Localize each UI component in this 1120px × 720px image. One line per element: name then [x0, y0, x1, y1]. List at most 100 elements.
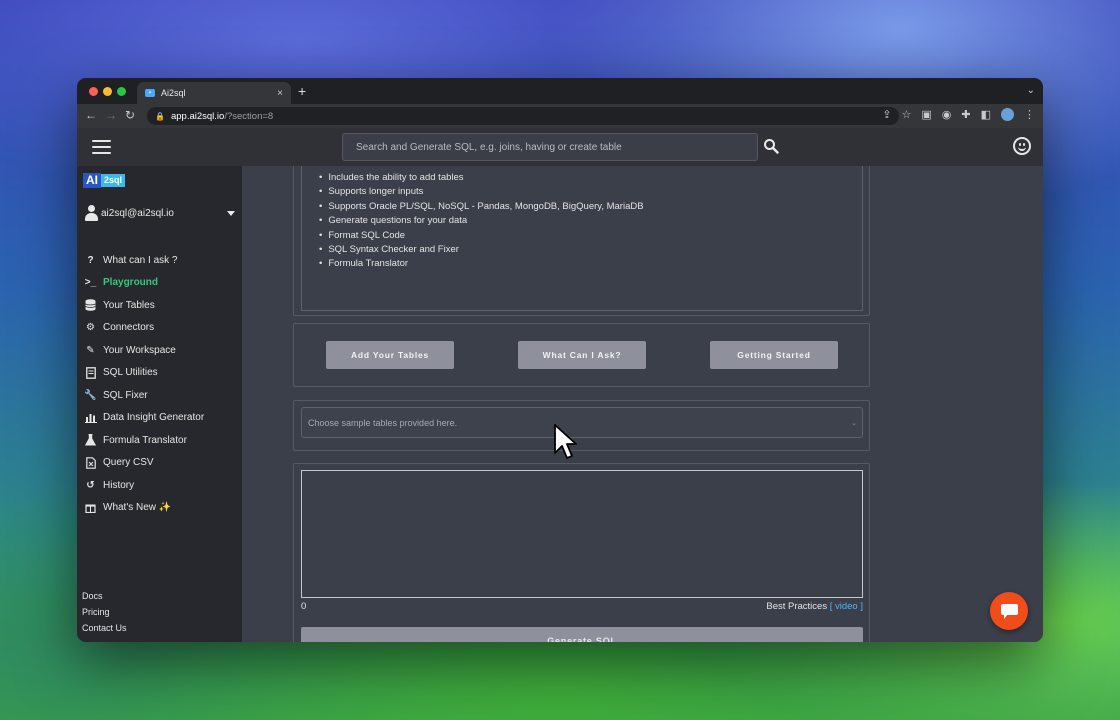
- bookmark-star-icon[interactable]: ☆: [901, 108, 911, 121]
- lock-icon: 🔒: [155, 111, 165, 121]
- features-panel: Includes the ability to add tables Suppo…: [293, 166, 870, 316]
- edit-icon: ✎: [86, 344, 95, 356]
- sidebar-item-formula-translator[interactable]: Formula Translator: [84, 429, 239, 452]
- browser-window: ▪ Ai2sql × + ⌄ ← → ↻ 🔒 app.ai2sql.io/?se…: [77, 78, 1043, 642]
- sidebar-item-sql-utilities[interactable]: SQL Utilities: [84, 362, 239, 385]
- profile-avatar[interactable]: [1001, 108, 1014, 121]
- gift-icon: [84, 501, 97, 514]
- sidebar-item-label: Your Tables: [103, 299, 155, 311]
- contact-us-link[interactable]: Contact Us: [82, 620, 127, 636]
- sidebar-item-your-tables[interactable]: Your Tables: [84, 294, 239, 317]
- chat-support-button[interactable]: [990, 592, 1028, 630]
- generate-sql-button[interactable]: Generate SQL: [301, 627, 863, 642]
- sidebar-item-label: SQL Fixer: [103, 389, 148, 401]
- sidebar-item-label: What's New ✨: [103, 502, 172, 514]
- sidebar-item-label: SQL Utilities: [103, 367, 158, 379]
- search-input[interactable]: Search and Generate SQL, e.g. joins, hav…: [342, 133, 758, 161]
- sidebar-item-label: Data Insight Generator: [103, 412, 205, 424]
- ai2sql-logo[interactable]: AI 2sql: [83, 173, 126, 188]
- sidebar-item-history[interactable]: ↺ History: [84, 474, 239, 497]
- list-item: Formula Translator: [319, 257, 644, 271]
- maximize-window-button[interactable]: [117, 87, 126, 96]
- sidebar-item-label: Your Workspace: [103, 344, 176, 356]
- reload-icon[interactable]: ↻: [125, 108, 135, 122]
- sample-tables-placeholder: Choose sample tables provided here.: [308, 417, 458, 428]
- sidebar-item-connectors[interactable]: ⚙ Connectors: [84, 317, 239, 340]
- sidebar-item-label: Query CSV: [103, 457, 154, 469]
- list-item: Includes the ability to add tables: [319, 171, 644, 185]
- question-icon: ?: [87, 254, 94, 266]
- sidebar-item-label: What can I ask ?: [103, 254, 178, 266]
- query-textarea[interactable]: [301, 470, 863, 598]
- database-icon: [84, 299, 97, 312]
- list-item: Supports Oracle PL/SQL, NoSQL - Pandas, …: [319, 200, 643, 214]
- back-icon[interactable]: ←: [85, 108, 97, 122]
- user-email: ai2sql@ai2sql.io: [101, 207, 174, 219]
- sidebar-item-data-insight-generator[interactable]: Data Insight Generator: [84, 407, 239, 430]
- side-panel-icon[interactable]: ◧: [981, 108, 991, 121]
- sidebar-item-your-workspace[interactable]: ✎ Your Workspace: [84, 339, 239, 362]
- sidebar-item-label: Formula Translator: [103, 434, 187, 446]
- puzzle-icon[interactable]: ✚: [961, 108, 970, 121]
- search-icon[interactable]: [763, 138, 779, 154]
- close-window-button[interactable]: [89, 87, 98, 96]
- best-practices-label: Best Practices: [766, 601, 828, 612]
- query-panel: 0 Best Practices [ video ] Generate SQL: [293, 463, 870, 642]
- sidebar-item-what-can-i-ask[interactable]: ? What can I ask ?: [84, 249, 239, 272]
- mouse-cursor-icon: [554, 424, 577, 459]
- kebab-menu-icon[interactable]: ⋮: [1024, 108, 1035, 121]
- character-count: 0: [301, 601, 307, 612]
- sidebar-item-label: History: [103, 479, 135, 491]
- sample-tables-panel: Choose sample tables provided here. ⌄: [293, 400, 870, 451]
- sidebar-item-sql-fixer[interactable]: 🔧 SQL Fixer: [84, 384, 239, 407]
- csv-file-icon: [84, 456, 97, 469]
- gear-icon: ⚙: [86, 322, 95, 334]
- extension-icon[interactable]: ▣: [921, 108, 931, 121]
- sidebar-nav: ? What can I ask ? >_ Playground Your Ta…: [84, 249, 239, 519]
- list-item: Format SQL Code: [319, 229, 644, 243]
- features-list: Includes the ability to add tables Suppo…: [319, 171, 644, 272]
- minimize-window-button[interactable]: [103, 87, 112, 96]
- list-item: SQL Syntax Checker and Fixer: [319, 243, 644, 257]
- video-link[interactable]: [ video ]: [830, 601, 863, 612]
- app-header: Search and Generate SQL, e.g. joins, hav…: [77, 128, 1043, 166]
- sidebar-item-label: Connectors: [103, 322, 155, 334]
- sidebar-item-query-csv[interactable]: Query CSV: [84, 452, 239, 475]
- chevron-down-icon: ⌄: [851, 420, 857, 427]
- extension-2-icon[interactable]: ◉: [942, 108, 952, 121]
- user-icon: [85, 205, 98, 221]
- hamburger-menu-icon[interactable]: [92, 140, 111, 154]
- wrench-icon: 🔧: [84, 389, 97, 401]
- tab-search-chevron-icon[interactable]: ⌄: [1027, 85, 1035, 96]
- sidebar-footer: Docs Pricing Contact Us: [82, 588, 127, 636]
- address-bar[interactable]: 🔒 app.ai2sql.io/?section=8: [147, 107, 899, 125]
- list-item: Supports longer inputs: [319, 185, 644, 199]
- tab-bar: ▪ Ai2sql × + ⌄: [77, 78, 1043, 104]
- toolbar-actions: ⇪ ☆ ▣ ◉ ✚ ◧ ⋮: [882, 108, 1035, 121]
- share-icon[interactable]: ⇪: [882, 108, 891, 121]
- close-tab-icon[interactable]: ×: [277, 88, 283, 99]
- new-tab-button[interactable]: +: [298, 83, 306, 99]
- feedback-smiley-icon[interactable]: [1013, 137, 1031, 155]
- pricing-link[interactable]: Pricing: [82, 604, 127, 620]
- docs-link[interactable]: Docs: [82, 588, 127, 604]
- favicon-icon: ▪: [145, 89, 155, 97]
- getting-started-button[interactable]: Getting Started: [710, 341, 838, 369]
- history-icon: ↺: [86, 479, 95, 491]
- document-icon: [84, 366, 97, 379]
- browser-toolbar: ← → ↻ 🔒 app.ai2sql.io/?section=8 ⇪ ☆ ▣ ◉…: [77, 104, 1043, 128]
- user-menu[interactable]: ai2sql@ai2sql.io: [85, 205, 235, 221]
- caret-down-icon[interactable]: [227, 210, 235, 216]
- best-practices: Best Practices [ video ]: [766, 601, 863, 612]
- browser-tab[interactable]: ▪ Ai2sql ×: [137, 82, 291, 104]
- sidebar-item-whats-new[interactable]: What's New ✨: [84, 497, 239, 520]
- what-can-i-ask-button[interactable]: What Can I Ask?: [518, 341, 646, 369]
- sidebar-item-playground[interactable]: >_ Playground: [84, 272, 239, 295]
- url-path: /?section=8: [224, 110, 274, 122]
- list-item: Generate questions for your data: [319, 214, 644, 228]
- sidebar-item-label: Playground: [103, 277, 159, 289]
- add-your-tables-button[interactable]: Add Your Tables: [326, 341, 454, 369]
- forward-icon[interactable]: →: [105, 108, 117, 122]
- bar-chart-icon: [84, 411, 97, 424]
- sample-tables-select[interactable]: Choose sample tables provided here. ⌄: [301, 407, 863, 438]
